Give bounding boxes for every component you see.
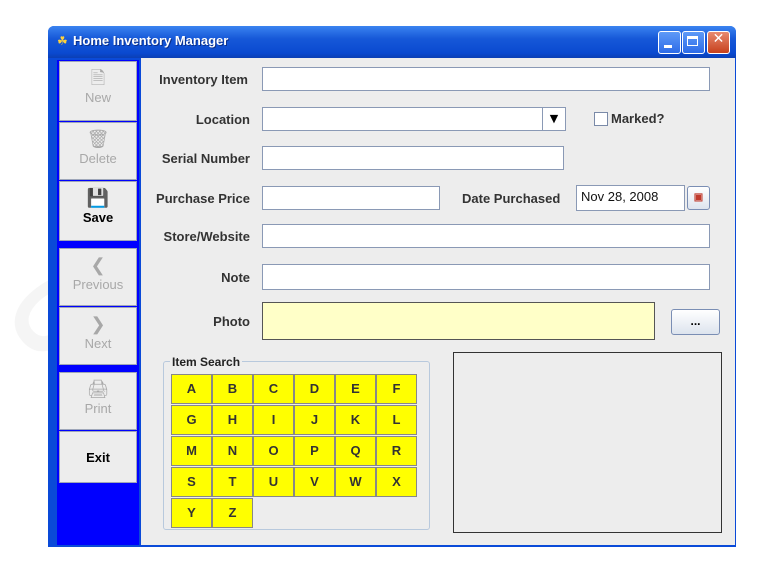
maximize-button[interactable] [682,31,705,54]
app-icon: ☘ [57,34,68,48]
previous-button[interactable]: ❮ Previous [59,248,137,306]
search-key-j[interactable]: J [294,405,335,435]
minimize-icon [664,45,672,48]
previous-label: Previous [72,277,124,292]
search-key-d[interactable]: D [294,374,335,404]
browse-photo-button[interactable]: ... [671,309,720,335]
search-key-a[interactable]: A [171,374,212,404]
search-key-n[interactable]: N [212,436,253,466]
title-bar[interactable]: ☘ Home Inventory Manager ✕ [48,26,736,58]
delete-label: Delete [79,151,117,166]
new-label: New [84,90,111,105]
photo-preview [453,352,722,533]
search-key-q[interactable]: Q [335,436,376,466]
close-icon: ✕ [712,31,725,47]
serial-number-label: Serial Number [161,151,250,166]
search-key-r[interactable]: R [376,436,417,466]
inventory-item-label: Inventory Item [159,72,248,87]
search-key-f[interactable]: F [376,374,417,404]
item-search-title: Item Search [170,355,243,369]
minimize-button[interactable] [658,31,681,54]
search-key-c[interactable]: C [253,374,294,404]
search-key-k[interactable]: K [335,405,376,435]
toolbar: 🗎 New 🗑 Delete 💾 Save ❮ Previous ❯ Next … [57,60,139,545]
printer-icon: 🖨 [86,379,110,399]
serial-number-field[interactable] [262,146,564,170]
print-label: Print [84,401,112,416]
chevron-left-icon: ❮ [90,255,106,275]
calendar-button[interactable]: ▣ [687,186,710,210]
search-key-v[interactable]: V [294,467,335,497]
search-key-m[interactable]: M [171,436,212,466]
window-title: Home Inventory Manager [73,33,229,48]
search-key-z[interactable]: Z [212,498,253,528]
search-key-i[interactable]: I [253,405,294,435]
search-key-p[interactable]: P [294,436,335,466]
search-key-e[interactable]: E [335,374,376,404]
search-key-w[interactable]: W [335,467,376,497]
search-key-t[interactable]: T [212,467,253,497]
search-key-u[interactable]: U [253,467,294,497]
store-website-label: Store/Website [163,229,250,244]
location-label: Location [195,112,250,127]
search-key-l[interactable]: L [376,405,417,435]
chevron-right-icon: ❯ [90,314,106,334]
search-key-g[interactable]: G [171,405,212,435]
chevron-down-icon: ▼ [549,112,559,125]
save-button[interactable]: 💾 Save [59,181,137,241]
location-dropdown-button[interactable]: ▼ [542,107,566,131]
photo-path-field [262,302,655,340]
new-button[interactable]: 🗎 New [59,61,137,121]
search-key-x[interactable]: X [376,467,417,497]
exit-button[interactable]: Exit [59,431,137,483]
search-key-y[interactable]: Y [171,498,212,528]
photo-label: Photo [213,314,250,329]
store-website-field[interactable] [262,224,710,248]
date-purchased-field[interactable]: Nov 28, 2008 [576,185,685,211]
search-key-h[interactable]: H [212,405,253,435]
purchase-price-field[interactable] [262,186,440,210]
note-label: Note [221,270,250,285]
new-document-icon: 🗎 [90,68,106,88]
save-label: Save [82,210,114,225]
exit-label: Exit [86,450,110,465]
delete-button[interactable]: 🗑 Delete [59,122,137,180]
marked-checkbox[interactable] [594,112,608,126]
note-field[interactable] [262,264,710,290]
purchase-price-label: Purchase Price [156,191,250,206]
close-button[interactable]: ✕ [707,31,730,54]
date-purchased-label: Date Purchased [462,191,561,206]
search-key-s[interactable]: S [171,467,212,497]
print-button[interactable]: 🖨 Print [59,372,137,430]
location-combo[interactable] [262,107,543,131]
marked-label: Marked? [611,111,665,126]
inventory-item-field[interactable] [262,67,710,91]
next-label: Next [84,336,112,351]
next-button[interactable]: ❯ Next [59,307,137,365]
trash-icon: 🗑 [86,129,110,149]
search-key-b[interactable]: B [212,374,253,404]
floppy-disk-icon: 💾 [86,188,110,208]
maximize-icon [687,36,698,46]
calendar-icon: ▣ [693,192,704,203]
search-key-o[interactable]: O [253,436,294,466]
